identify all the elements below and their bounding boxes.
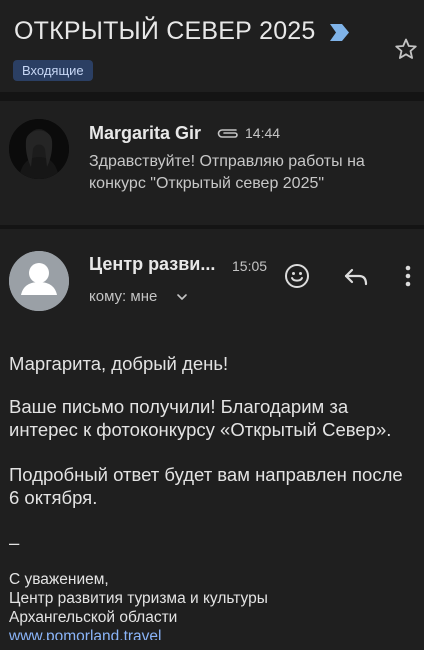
sender-avatar[interactable] (9, 251, 69, 311)
emoji-reaction-icon[interactable] (284, 263, 310, 289)
sender-name: Центр разви... (89, 254, 216, 274)
reply-icon[interactable] (342, 265, 370, 289)
star-icon[interactable] (394, 37, 418, 61)
signature-line: Центр развития туризма и культуры (9, 590, 268, 607)
message-paragraph: Подробный ответ будет вам направлен посл… (9, 464, 403, 508)
thread-header: ОТКРЫТЫЙ СЕВЕР 2025 Входящие (0, 0, 424, 92)
thread-subject: ОТКРЫТЫЙ СЕВЕР 2025 (14, 17, 316, 45)
person-silhouette-icon (9, 119, 69, 179)
sender-avatar[interactable] (9, 119, 69, 179)
message-time: 15:05 (232, 258, 268, 274)
more-options-icon[interactable] (398, 262, 418, 290)
sender-name: Margarita Gir (89, 123, 202, 143)
recipient-line[interactable]: кому: мне (89, 288, 157, 305)
signature: С уважением, Центр развития туризма и ку… (9, 570, 414, 646)
bottom-edge (0, 640, 424, 650)
message-time: 14:44 (245, 125, 281, 141)
signature-separator: – (9, 532, 20, 553)
chevron-down-icon[interactable] (176, 291, 188, 303)
separator (0, 92, 424, 101)
message-collapsed[interactable]: Margarita Gir 14:44 Здравствуйте! Отправ… (0, 101, 424, 225)
message-expanded: Центр разви... 15:05 кому: мне Маргарита… (0, 229, 424, 650)
attachment-icon (217, 129, 238, 138)
message-paragraph: Ваше письмо получили! Благодарим за инте… (9, 396, 392, 440)
message-snippet: Здравствуйте! Отправляю работы на конкур… (89, 153, 365, 192)
inbox-label-chip[interactable]: Входящие (13, 60, 93, 81)
important-marker-icon[interactable] (330, 24, 349, 41)
signature-line: С уважением, (9, 571, 109, 588)
person-avatar-icon (9, 251, 69, 311)
signature-line: Архангельской области (9, 609, 178, 626)
message-greeting: Маргарита, добрый день! (9, 353, 229, 374)
